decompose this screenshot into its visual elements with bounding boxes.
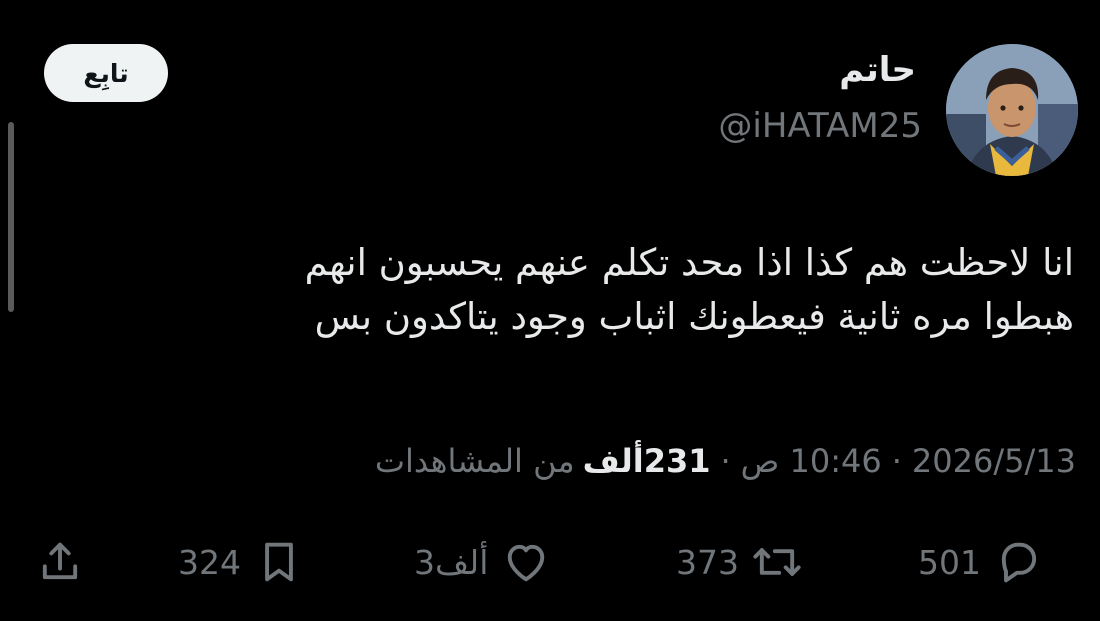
- avatar[interactable]: [946, 44, 1078, 176]
- scrollbar[interactable]: [8, 122, 14, 312]
- tweet-text: انا لاحظت هم كذا اذا محد تكلم عنهم يحسبو…: [94, 236, 1074, 344]
- share-icon: [42, 542, 78, 580]
- retweet-button[interactable]: 373: [676, 530, 803, 594]
- separator-dot: ·: [891, 442, 902, 480]
- action-bar: 501 373 3ألف 324: [0, 530, 1100, 594]
- display-name[interactable]: حاتم: [839, 50, 916, 90]
- views-count[interactable]: 231ألف: [583, 442, 711, 480]
- tweet-text-line: انا لاحظت هم كذا اذا محد تكلم عنهم يحسبو…: [304, 241, 1074, 284]
- bookmark-count: 324: [178, 542, 241, 582]
- user-handle[interactable]: @iHATAM25: [718, 106, 922, 146]
- follow-button[interactable]: تابِع: [44, 44, 168, 102]
- reply-icon: [1001, 542, 1037, 583]
- separator-dot: ·: [720, 442, 731, 480]
- retweet-icon: [753, 548, 801, 576]
- reply-count: 501: [918, 542, 981, 582]
- tweet-text-line: هبطوا مره ثانية فيعطونك اثباب وجود يتاكد…: [314, 295, 1074, 338]
- views-label: من المشاهدات: [374, 442, 575, 480]
- tweet-date[interactable]: 2026/5/13: [912, 442, 1076, 480]
- retweet-count: 373: [676, 542, 739, 582]
- tweet-meta: 2026/5/13 · 10:46 ص · 231ألف من المشاهدا…: [375, 442, 1076, 480]
- bookmark-icon: [265, 542, 293, 582]
- avatar-image: [946, 44, 1078, 176]
- like-button[interactable]: 3ألف: [414, 530, 552, 594]
- share-button[interactable]: [34, 530, 86, 594]
- tweet-page: تابِع حاتم @iHATAM25 انا لاحظت هم كذا اذ…: [0, 0, 1100, 621]
- like-count: 3ألف: [414, 542, 489, 582]
- bookmark-button[interactable]: 324: [178, 530, 305, 594]
- tweet-time[interactable]: 10:46 ص: [741, 442, 882, 480]
- reply-button[interactable]: 501: [918, 530, 1045, 594]
- like-icon: [508, 544, 545, 582]
